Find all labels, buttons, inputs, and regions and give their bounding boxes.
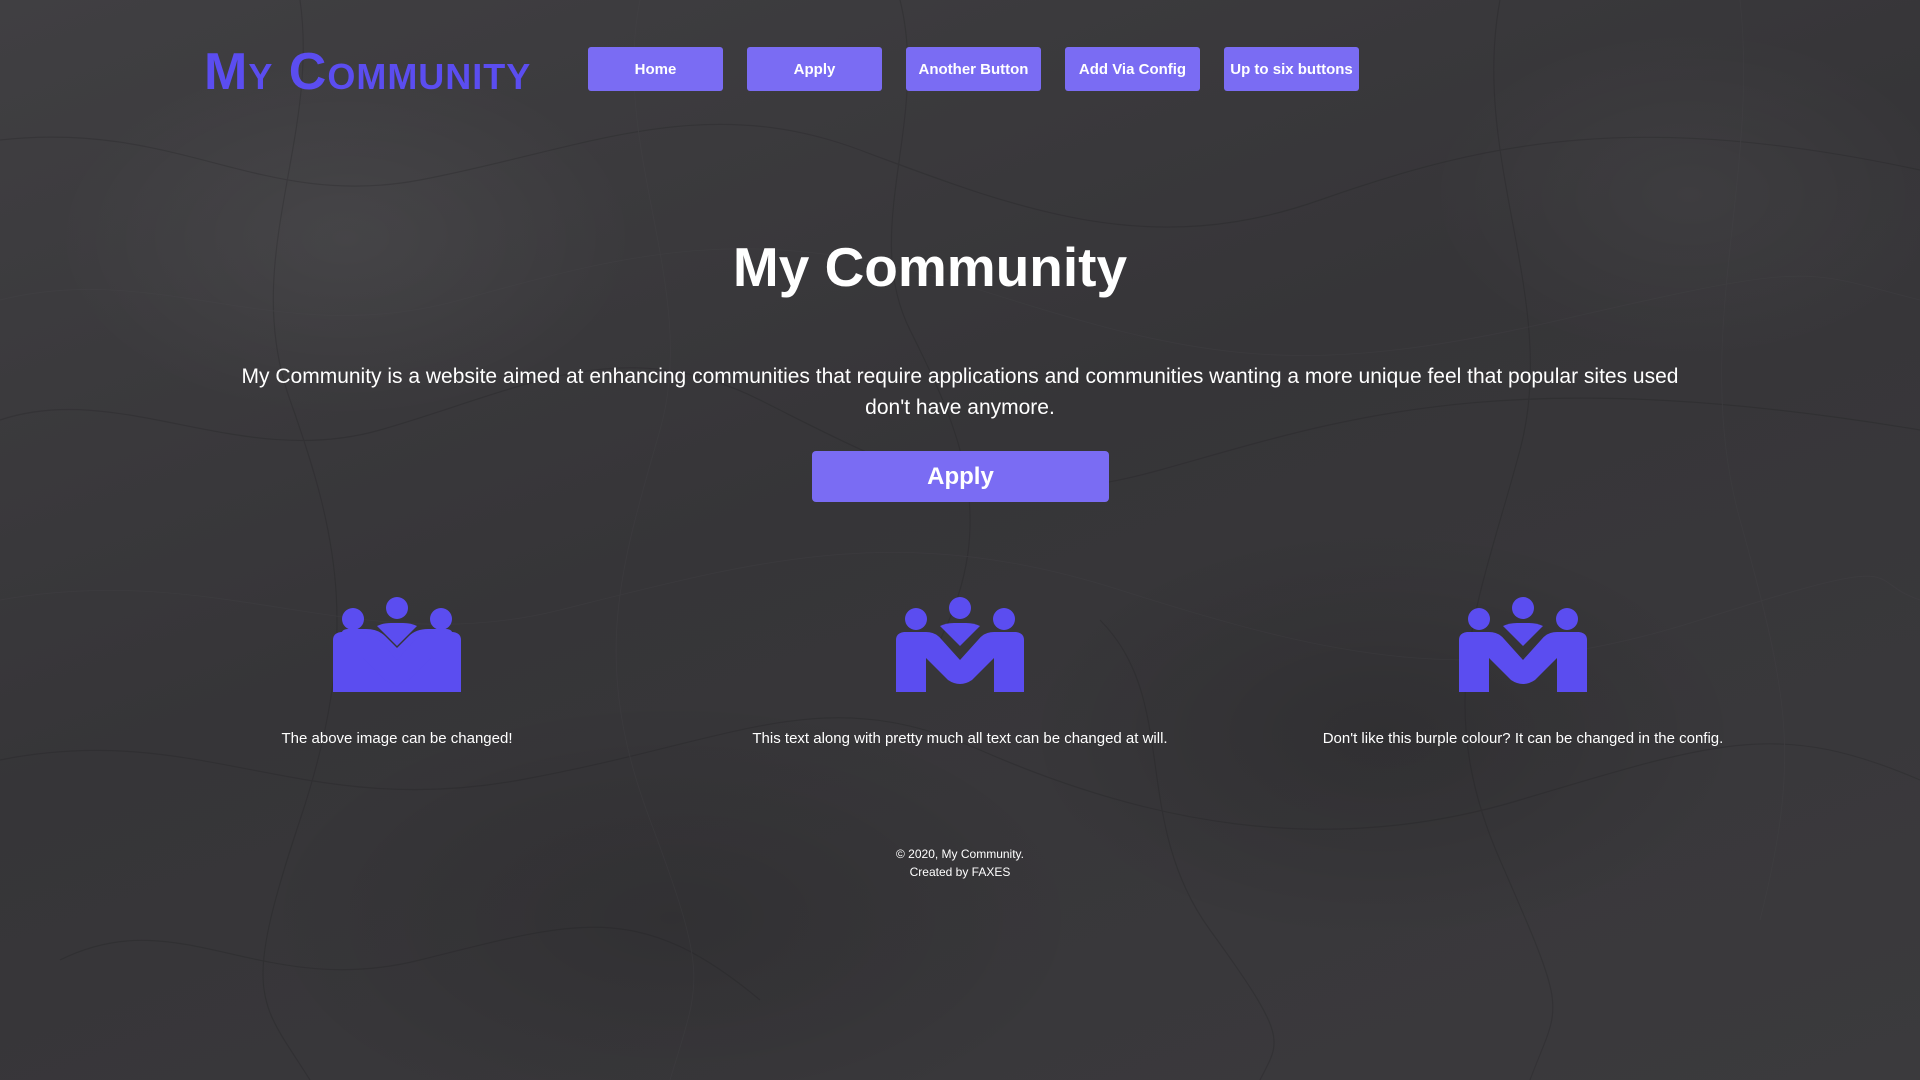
footer: © 2020, My Community. Created by FAXES <box>0 845 1920 881</box>
footer-copyright: © 2020, My Community. <box>896 847 1024 861</box>
nav-bar: Home Apply Another Button Add Via Config… <box>588 47 1359 91</box>
footer-credit: Created by FAXES <box>909 865 1011 879</box>
community-icon <box>896 597 1024 692</box>
background-texture <box>0 0 1920 1080</box>
hero-apply-button[interactable]: Apply <box>812 451 1109 502</box>
nav-button-apply[interactable]: Apply <box>747 47 882 91</box>
community-icon <box>1459 597 1587 692</box>
feature-text: The above image can be changed! <box>281 730 513 747</box>
nav-button-another[interactable]: Another Button <box>906 47 1041 91</box>
hero-description: My Community is a website aimed at enhan… <box>241 365 1679 419</box>
hero-title: My Community <box>732 236 1128 298</box>
header: My Community Home Apply Another Button A… <box>0 0 1920 140</box>
nav-button-home[interactable]: Home <box>588 47 723 91</box>
feature-card: Don't like this burple colour? It can be… <box>1243 596 1803 749</box>
feature-card: The above image can be changed! <box>117 596 677 749</box>
feature-text: This text along with pretty much all tex… <box>752 730 1168 747</box>
nav-button-up-to-six[interactable]: Up to six buttons <box>1224 47 1359 91</box>
site-logo[interactable]: My Community <box>204 42 531 102</box>
feature-text: Don't like this burple colour? It can be… <box>1322 730 1724 747</box>
community-icon <box>333 597 461 692</box>
feature-card: This text along with pretty much all tex… <box>680 596 1240 749</box>
nav-button-add-via-config[interactable]: Add Via Config <box>1065 47 1200 91</box>
